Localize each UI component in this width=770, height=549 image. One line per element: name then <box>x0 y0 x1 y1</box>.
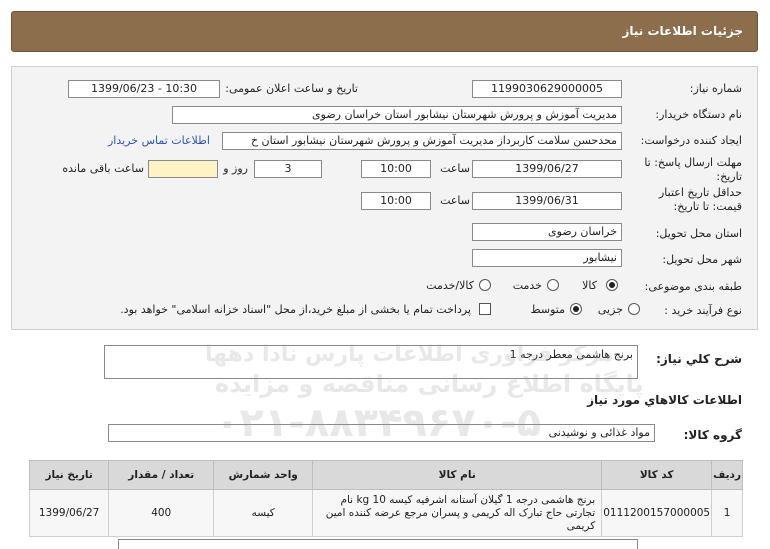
province-field: خراسان رضوی <box>472 223 622 241</box>
table-row: 1 0111200157000005 برنج هاشمی درجه 1 گیل… <box>28 489 743 537</box>
cell-qty: 400 <box>108 489 215 537</box>
hours-remaining-field <box>148 160 218 178</box>
days-label: روز و <box>223 162 248 175</box>
validity-time-label: ساعت <box>440 194 470 207</box>
category-radio-service[interactable] <box>547 279 559 291</box>
deadline-date-field: 1399/06/27 <box>472 160 622 178</box>
category-option-goods-service: کالا/خدمت <box>426 279 474 292</box>
col-code: کد کالا <box>601 460 713 490</box>
process-radio-minor[interactable] <box>628 303 640 315</box>
buyer-field: مدیریت آموزش و پرورش شهرستان نیشابور است… <box>172 106 622 124</box>
cell-index: 1 <box>711 489 743 537</box>
need-number-label: شماره نیاز: <box>689 82 742 95</box>
col-name: نام کالا <box>312 460 603 490</box>
validity-label: حداقل تاریخ اعتبار قیمت: تا تاریخ: <box>658 186 742 213</box>
category-option-service: خدمت <box>512 279 542 292</box>
process-radio-medium[interactable] <box>570 303 582 315</box>
cell-date: 1399/06/27 <box>28 489 110 537</box>
creator-field: محدحسن سلامت کاربرداز مدیریت آموزش و پرو… <box>222 132 622 150</box>
treasury-payment-note: پرداخت تمام یا بخشی از مبلغ خرید،از محل … <box>120 303 471 316</box>
need-number-field: 1199030629000005 <box>472 80 622 98</box>
next-section-box <box>118 539 638 549</box>
days-remaining-field: 3 <box>254 160 322 178</box>
col-qty: تعداد / مقدار <box>108 460 215 490</box>
deadline-time-label: ساعت <box>440 162 470 175</box>
process-option-minor: جزیی <box>597 303 623 316</box>
cell-name: برنج هاشمی درجه 1 گیلان آستانه اشرفیه کی… <box>312 489 603 537</box>
validity-time-field: 10:00 <box>361 192 431 210</box>
buyer-contact-link[interactable]: اطلاعات تماس خریدار <box>108 134 210 147</box>
category-option-goods: کالا <box>582 279 597 292</box>
goods-table-header: ردیف کد کالا نام کالا واحد شمارش تعداد /… <box>28 460 743 490</box>
announce-label: تاریخ و ساعت اعلان عمومی: <box>225 82 358 95</box>
page-title: جزئیات اطلاعات نیاز <box>622 24 743 38</box>
process-type-label: نوع فرآیند خرید : <box>664 304 742 317</box>
cell-code: 0111200157000005 <box>601 489 713 537</box>
province-label: استان محل تحویل: <box>655 227 742 240</box>
hours-remaining-label: ساعت باقی مانده <box>62 162 144 175</box>
goods-group-label: گروه کالا: <box>683 428 742 442</box>
watermark-line-1: مرکز فراوری اطلاعات پارس نادا دهها <box>205 342 614 367</box>
col-unit: واحد شمارش <box>213 460 314 490</box>
category-radio-goods[interactable] <box>606 279 618 291</box>
description-label: شرح کلي نياز: <box>656 352 742 366</box>
announce-field: 1399/06/23 - 10:30 <box>68 80 220 98</box>
creator-label: ایجاد کننده درخواست: <box>640 134 742 147</box>
category-radio-goods-service[interactable] <box>479 279 491 291</box>
page-header: جزئیات اطلاعات نیاز <box>11 11 758 52</box>
watermark-line-3: ۰۲۱-۸۸۳۴۹۶۷۰-۵ <box>215 400 542 446</box>
buyer-label: نام دستگاه خریدار: <box>655 108 742 121</box>
treasury-payment-checkbox[interactable] <box>479 303 491 315</box>
col-date: تاریخ نیاز <box>28 460 110 490</box>
cell-unit: کیسه <box>213 489 314 537</box>
deadline-label: مهلت ارسال پاسخ: تا تاریخ: <box>644 156 742 183</box>
city-label: شهر محل تحویل: <box>662 253 742 266</box>
deadline-time-field: 10:00 <box>361 160 431 178</box>
category-label: طبقه بندی موضوعی: <box>644 280 742 293</box>
goods-table: ردیف کد کالا نام کالا واحد شمارش تعداد /… <box>28 460 743 537</box>
watermark-line-2: پایگاه اطلاع رسانی مناقصه و مزایده <box>215 370 644 398</box>
validity-date-field: 1399/06/31 <box>472 192 622 210</box>
col-index: ردیف <box>711 460 743 490</box>
process-option-medium: متوسط <box>530 303 565 316</box>
city-field: نیشابور <box>472 249 622 267</box>
